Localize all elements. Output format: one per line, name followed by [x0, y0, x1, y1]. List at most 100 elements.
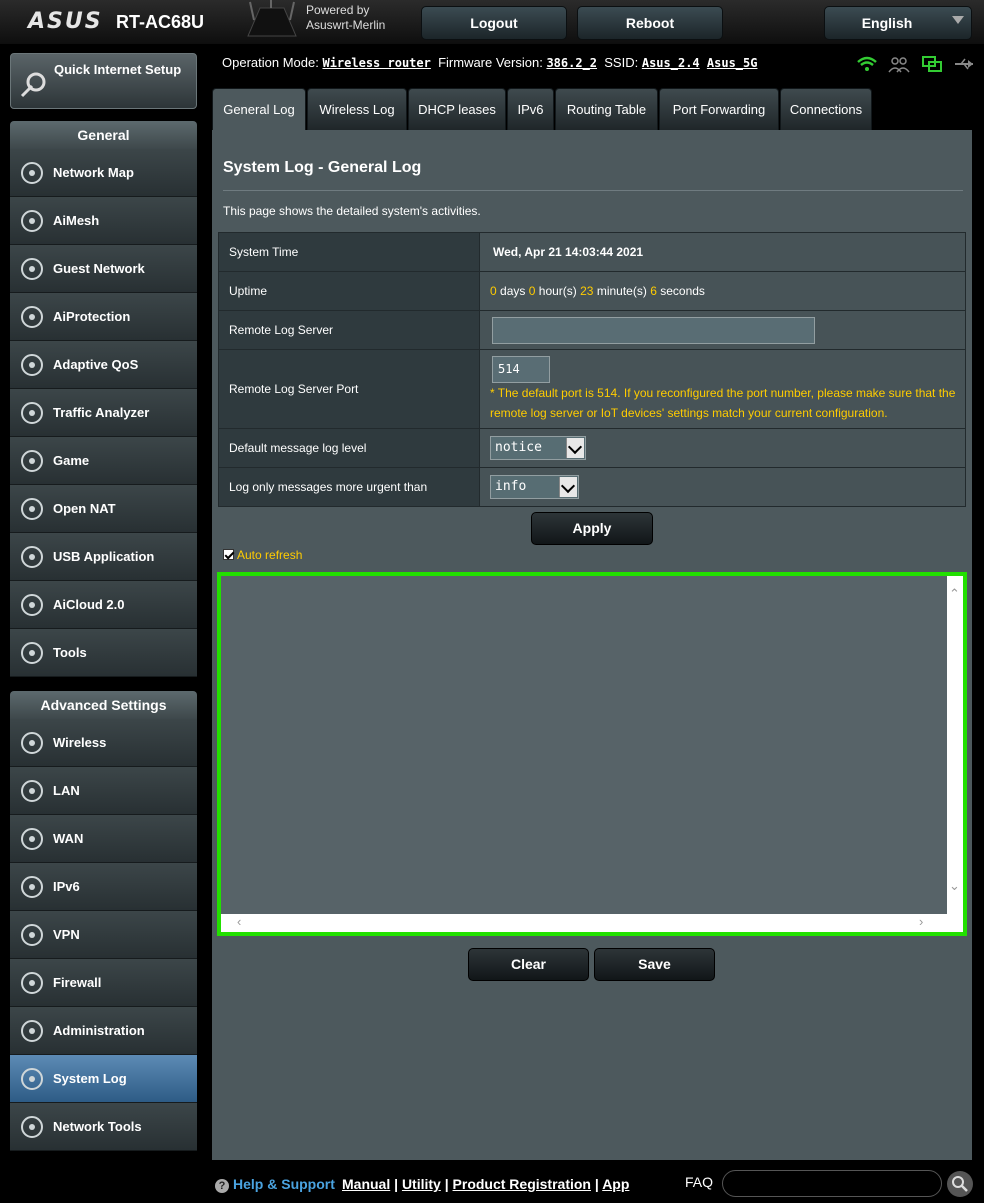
- sidebar-item-label: Tools: [53, 645, 87, 660]
- sidebar-item-label: Guest Network: [53, 261, 145, 276]
- help-support-link[interactable]: ? Help & Support: [215, 1176, 335, 1193]
- help-icon: ?: [215, 1179, 229, 1193]
- sidebar-item-aimesh[interactable]: AiMesh: [10, 197, 197, 245]
- scroll-right-icon[interactable]: ›: [919, 914, 923, 929]
- sidebar-item-label: Adaptive QoS: [53, 357, 139, 372]
- default-level-label: Default message log level: [218, 428, 480, 468]
- horizontal-scrollbar[interactable]: ‹ ›: [221, 914, 963, 932]
- guest-globe-icon: [18, 255, 46, 283]
- app-link[interactable]: App: [602, 1176, 629, 1192]
- sidebar-item-vpn[interactable]: VPN: [10, 911, 197, 959]
- uptime-value: 0 days 0 hour(s) 23 minute(s) 6 seconds: [479, 271, 966, 311]
- faq-search-input[interactable]: [722, 1170, 942, 1197]
- wan-globe-icon: [18, 825, 46, 853]
- sidebar-item-system-log[interactable]: System Log: [10, 1055, 197, 1103]
- checkbox-icon[interactable]: [223, 549, 234, 560]
- log-settings-table: System Time Wed, Apr 21 14:03:44 2021 Up…: [218, 232, 966, 507]
- remote-port-note: * The default port is 514. If you reconf…: [490, 385, 956, 420]
- clients-icon[interactable]: [888, 55, 911, 73]
- sidebar-item-label: Administration: [53, 1023, 145, 1038]
- urgent-level-select[interactable]: info: [490, 475, 579, 499]
- auto-refresh-label: Auto refresh: [237, 548, 303, 562]
- ssid-5g-link[interactable]: Asus_5G: [707, 56, 758, 70]
- sidebar-item-administration[interactable]: Administration: [10, 1007, 197, 1055]
- sidebar-item-ipv6[interactable]: IPv6: [10, 863, 197, 911]
- sidebar-item-traffic-analyzer[interactable]: Traffic Analyzer: [10, 389, 197, 437]
- pulse-icon: [18, 399, 46, 427]
- gamepad-icon: [18, 447, 46, 475]
- sidebar-item-label: LAN: [53, 783, 80, 798]
- table-row: Uptime 0 days 0 hour(s) 23 minute(s) 6 s…: [218, 271, 966, 311]
- sidebar-item-network-map[interactable]: Network Map: [10, 149, 197, 197]
- sidebar-item-game[interactable]: Game: [10, 437, 197, 485]
- ssid-24-link[interactable]: Asus_2.4: [642, 56, 700, 70]
- sidebar-item-label: VPN: [53, 927, 80, 942]
- wrench-icon: [18, 639, 46, 667]
- sidebar-item-firewall[interactable]: Firewall: [10, 959, 197, 1007]
- utility-link[interactable]: Utility: [402, 1176, 441, 1192]
- sidebar-item-adaptive-qos[interactable]: Adaptive QoS: [10, 341, 197, 389]
- operation-mode-link[interactable]: Wireless router: [322, 56, 430, 70]
- chevron-down-icon: [566, 438, 584, 458]
- shield-lock-icon: [18, 303, 46, 331]
- top-bar: ASUS RT-AC68U Powered by Asuswrt-Merlin …: [0, 0, 984, 44]
- save-button[interactable]: Save: [594, 948, 715, 981]
- sidebar-item-label: IPv6: [53, 879, 80, 894]
- remote-server-label: Remote Log Server: [218, 310, 480, 350]
- sidebar-item-label: USB Application: [53, 549, 155, 564]
- reboot-button[interactable]: Reboot: [577, 6, 723, 40]
- default-level-select[interactable]: notice: [490, 436, 586, 460]
- scroll-left-icon[interactable]: ‹: [237, 914, 241, 929]
- tab-connections[interactable]: Connections: [780, 88, 872, 130]
- faq-label: FAQ: [685, 1174, 714, 1190]
- log-textarea[interactable]: ⌃ ⌄ ‹ ›: [217, 572, 967, 936]
- clear-button[interactable]: Clear: [468, 948, 589, 981]
- tab-ipv6[interactable]: IPv6: [507, 88, 554, 130]
- router-image-icon: [247, 0, 297, 37]
- sidebar-item-label: Traffic Analyzer: [53, 405, 150, 420]
- auto-refresh-checkbox[interactable]: Auto refresh: [223, 548, 302, 562]
- network-status-icon[interactable]: [921, 55, 943, 73]
- sidebar-item-tools[interactable]: Tools: [10, 629, 197, 677]
- scroll-down-icon[interactable]: ⌄: [949, 878, 960, 894]
- logout-button[interactable]: Logout: [421, 6, 567, 40]
- firmware-version-link[interactable]: 386.2_2: [546, 56, 597, 70]
- sidebar-item-label: AiMesh: [53, 213, 100, 228]
- sidebar-item-aicloud-2-0[interactable]: AiCloud 2.0: [10, 581, 197, 629]
- sidebar-item-guest-network[interactable]: Guest Network: [10, 245, 197, 293]
- sidebar-item-open-nat[interactable]: Open NAT: [10, 485, 197, 533]
- tab-port-forwarding[interactable]: Port Forwarding: [659, 88, 779, 130]
- tab-wireless-log[interactable]: Wireless Log: [307, 88, 407, 130]
- product-registration-link[interactable]: Product Registration: [453, 1176, 591, 1192]
- wand-gear-icon: [20, 72, 46, 98]
- sidebar-item-usb-application[interactable]: USB Application: [10, 533, 197, 581]
- log-icon: [18, 1065, 46, 1093]
- sidebar-item-wan[interactable]: WAN: [10, 815, 197, 863]
- search-icon[interactable]: [947, 1171, 973, 1197]
- sidebar-item-network-tools[interactable]: Network Tools: [10, 1103, 197, 1151]
- sidebar-item-aiprotection[interactable]: AiProtection: [10, 293, 197, 341]
- remote-server-input[interactable]: [492, 316, 815, 344]
- sidebar-item-lan[interactable]: LAN: [10, 767, 197, 815]
- wifi-status-icon[interactable]: [856, 55, 878, 73]
- admin-gear-icon: [18, 1017, 46, 1045]
- vertical-scrollbar[interactable]: ⌃ ⌄: [947, 576, 963, 914]
- sidebar-item-label: Wireless: [53, 735, 107, 750]
- tab-general-log[interactable]: General Log: [212, 88, 306, 130]
- table-row: System Time Wed, Apr 21 14:03:44 2021: [218, 232, 966, 272]
- manual-link[interactable]: Manual: [342, 1176, 390, 1192]
- remote-port-input[interactable]: [492, 355, 550, 383]
- scroll-up-icon[interactable]: ⌃: [949, 586, 960, 602]
- main-panel: System Log - General Log This page shows…: [212, 130, 972, 1160]
- status-icons: [856, 55, 981, 78]
- usb-status-icon[interactable]: [953, 55, 975, 73]
- sidebar-item-wireless[interactable]: Wireless: [10, 719, 197, 767]
- tab-dhcp-leases[interactable]: DHCP leases: [408, 88, 506, 130]
- language-select[interactable]: English: [824, 6, 972, 40]
- tab-routing-table[interactable]: Routing Table: [555, 88, 658, 130]
- table-row: Default message log level notice: [218, 428, 966, 468]
- remote-port-label: Remote Log Server Port: [218, 349, 480, 429]
- quick-internet-setup-button[interactable]: Quick Internet Setup: [10, 53, 197, 109]
- cloud-icon: [18, 591, 46, 619]
- apply-button[interactable]: Apply: [531, 512, 653, 545]
